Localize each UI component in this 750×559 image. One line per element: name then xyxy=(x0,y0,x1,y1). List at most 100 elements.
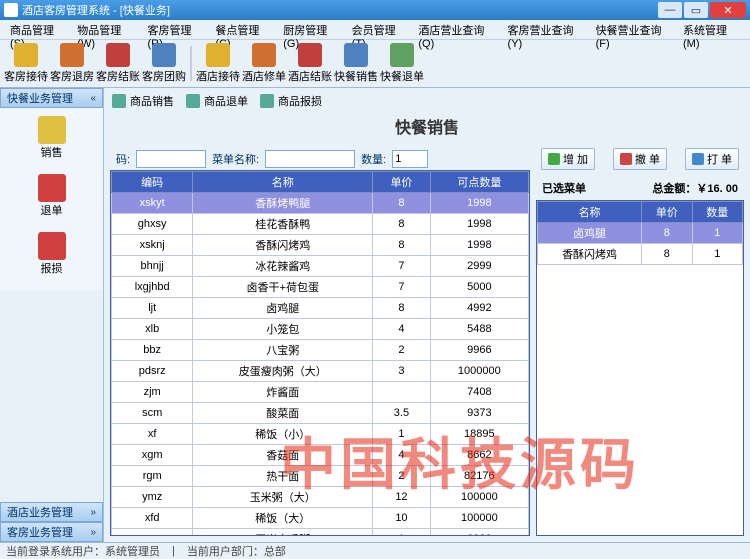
col-header[interactable]: 名称 xyxy=(538,202,642,223)
toolbar-button[interactable]: 客房退房 xyxy=(50,42,94,85)
menu-item[interactable]: 商品管理(S) xyxy=(4,20,71,39)
table-row[interactable]: xgm香菇面48662 xyxy=(112,445,529,466)
main-toolbar: 客房接待客房退房客房结账客房团购酒店接待酒店修单酒店结账快餐销售快餐退单 xyxy=(0,40,750,88)
table-row[interactable]: bhnjj冰花辣酱鸡72999 xyxy=(112,256,529,277)
toolbar-button[interactable]: 客房接待 xyxy=(4,42,48,85)
plus-icon xyxy=(548,153,560,165)
toolbar-button[interactable]: 酒店结账 xyxy=(288,42,332,85)
toolbar-icon xyxy=(60,43,84,67)
col-header[interactable]: 编码 xyxy=(112,172,193,193)
table-row[interactable]: 卤鸡腿81 xyxy=(538,223,743,244)
col-header[interactable]: 单价 xyxy=(373,172,430,193)
print-button[interactable]: 打 单 xyxy=(685,148,739,170)
toolbar-icon xyxy=(298,43,322,67)
sidebar-item[interactable]: 销售 xyxy=(4,112,99,164)
subtab[interactable]: 商品销售 xyxy=(112,92,174,110)
table-row[interactable]: xskyt香酥烤鸭腿81998 xyxy=(112,193,529,214)
table-row[interactable]: scm酸菜面3.59373 xyxy=(112,403,529,424)
menu-item[interactable]: 系统管理(M) xyxy=(677,20,746,39)
right-pane: 增 加 撤 单 打 单 已选菜单 总金额：￥16. 00 名称单价数量卤鸡腿81… xyxy=(536,148,744,536)
menu-item[interactable]: 会员管理(T) xyxy=(346,20,413,39)
menu-grid[interactable]: 编码名称单价可点数量xskyt香酥烤鸭腿81998ghxsy桂花香酥鸭81998… xyxy=(110,170,530,536)
sidebar-panel-header[interactable]: 酒店业务管理» xyxy=(0,502,103,522)
menu-item[interactable]: 酒店营业查询(Q) xyxy=(412,20,501,39)
print-icon xyxy=(692,153,704,165)
col-header[interactable]: 数量 xyxy=(692,202,742,223)
menu-item[interactable]: 客房营业查询(Y) xyxy=(502,20,590,39)
col-header[interactable]: 可点数量 xyxy=(430,172,528,193)
table-row[interactable]: ymz玉米粥（大）12100000 xyxy=(112,487,529,508)
table-row[interactable]: pdsrz皮蛋瘦肉粥（大）31000000 xyxy=(112,361,529,382)
table-row[interactable]: rgm热干面282176 xyxy=(112,466,529,487)
window-title: 酒店客房管理系统 - [快餐业务] xyxy=(22,2,656,18)
toolbar-button[interactable]: 快餐退单 xyxy=(380,42,424,85)
page-title: 快餐销售 xyxy=(106,114,748,138)
toolbar-icon xyxy=(152,43,176,67)
chevron-icon: » xyxy=(90,507,96,518)
qty-input[interactable] xyxy=(392,150,428,168)
arrow-icon xyxy=(112,94,126,108)
sidebar-icon xyxy=(38,116,66,144)
sidebar-panel-header[interactable]: 客房业务管理» xyxy=(0,522,103,542)
summary-label: 已选菜单 xyxy=(542,180,586,196)
subtab[interactable]: 商品报损 xyxy=(260,92,322,110)
add-button[interactable]: 增 加 xyxy=(541,148,595,170)
arrow-icon xyxy=(186,94,200,108)
table-row[interactable]: zjm炸酱面7408 xyxy=(112,382,529,403)
sidebar-item[interactable]: 退单 xyxy=(4,170,99,222)
table-row[interactable]: xlb小笼包45488 xyxy=(112,319,529,340)
table-row[interactable]: xf稀饭（小）118895 xyxy=(112,424,529,445)
titlebar: 酒店客房管理系统 - [快餐业务] — ▭ ✕ xyxy=(0,0,750,20)
table-row[interactable]: xsknj香酥闪烤鸡81998 xyxy=(112,235,529,256)
table-row[interactable]: ymngz玉米南瓜粥18832 xyxy=(112,529,529,537)
summary-row: 已选菜单 总金额：￥16. 00 xyxy=(536,176,744,200)
menubar: 商品管理(S)物品管理(W)客房管理(R)餐点管理(C)厨房管理(G)会员管理(… xyxy=(0,20,750,40)
table-row[interactable]: lxgjhbd卤香干+荷包蛋75000 xyxy=(112,277,529,298)
chevron-icon: « xyxy=(90,93,96,104)
app-icon xyxy=(4,3,18,17)
subtab[interactable]: 商品退单 xyxy=(186,92,248,110)
table-row[interactable]: ghxsy桂花香酥鸭81998 xyxy=(112,214,529,235)
total-label: 总金额： xyxy=(652,183,696,195)
menu-item[interactable]: 餐点管理(C) xyxy=(209,20,277,39)
menu-item[interactable]: 物品管理(W) xyxy=(71,20,141,39)
toolbar-icon xyxy=(344,43,368,67)
name-input[interactable] xyxy=(265,150,355,168)
menu-item[interactable]: 厨房管理(G) xyxy=(277,20,345,39)
toolbar-icon xyxy=(390,43,414,67)
menu-item[interactable]: 客房管理(R) xyxy=(141,20,209,39)
code-input[interactable] xyxy=(136,150,206,168)
close-button[interactable]: ✕ xyxy=(710,2,746,18)
toolbar-icon xyxy=(14,43,38,67)
col-header[interactable]: 名称 xyxy=(193,172,373,193)
toolbar-button[interactable]: 快餐销售 xyxy=(334,42,378,85)
name-label: 菜单名称: xyxy=(212,151,259,167)
toolbar-button[interactable]: 客房结账 xyxy=(96,42,140,85)
cancel-button[interactable]: 撤 单 xyxy=(613,148,667,170)
content-area: 商品销售商品退单商品报损 快餐销售 码: 菜单名称: 数量: 编码名称单价可点数… xyxy=(104,88,750,542)
sidebar: 快餐业务管理« 销售退单报损酒店业务管理»客房业务管理» xyxy=(0,88,104,542)
sidebar-item[interactable]: 报损 xyxy=(4,228,99,280)
chevron-icon: » xyxy=(90,527,96,538)
toolbar-button[interactable]: 酒店接待 xyxy=(196,42,240,85)
sidebar-icon xyxy=(38,174,66,202)
toolbar-icon xyxy=(206,43,230,67)
x-icon xyxy=(620,153,632,165)
minimize-button[interactable]: — xyxy=(658,2,682,18)
filter-row: 码: 菜单名称: 数量: xyxy=(110,148,530,170)
selected-grid[interactable]: 名称单价数量卤鸡腿81香酥闪烤鸡81 xyxy=(536,200,744,536)
table-row[interactable]: xfd稀饭（大）10100000 xyxy=(112,508,529,529)
sidebar-icon xyxy=(38,232,66,260)
table-row[interactable]: ljt卤鸡腿84992 xyxy=(112,298,529,319)
toolbar-button[interactable]: 酒店修单 xyxy=(242,42,286,85)
qty-label: 数量: xyxy=(361,151,386,167)
arrow-icon xyxy=(260,94,274,108)
col-header[interactable]: 单价 xyxy=(642,202,692,223)
table-row[interactable]: 香酥闪烤鸡81 xyxy=(538,244,743,265)
code-label: 码: xyxy=(116,151,130,167)
toolbar-button[interactable]: 客房团购 xyxy=(142,42,186,85)
sidebar-panel-header[interactable]: 快餐业务管理« xyxy=(0,88,103,108)
maximize-button[interactable]: ▭ xyxy=(684,2,708,18)
menu-item[interactable]: 快餐营业查询(F) xyxy=(590,20,677,39)
table-row[interactable]: bbz八宝粥29966 xyxy=(112,340,529,361)
